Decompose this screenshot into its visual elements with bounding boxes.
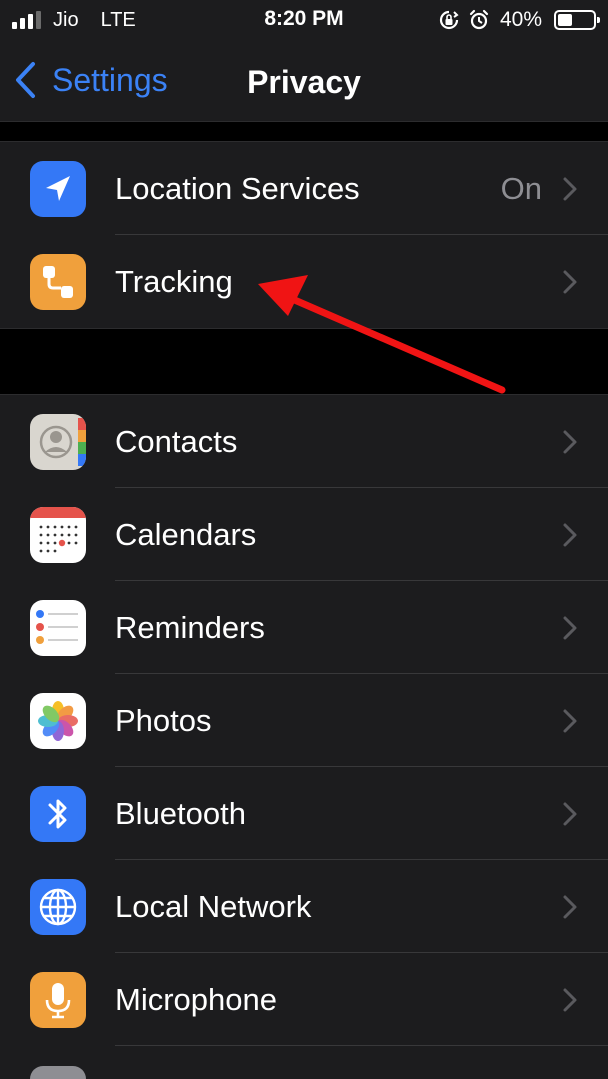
chevron-right-icon [563, 802, 577, 826]
microphone-icon [30, 972, 86, 1028]
calendar-icon [30, 507, 86, 563]
row-label: Local Network [115, 889, 312, 924]
chevron-right-icon [563, 895, 577, 919]
row-label: Photos [115, 703, 212, 738]
contacts-icon [30, 414, 86, 470]
settings-row-tracking[interactable]: Tracking [0, 235, 608, 328]
status-right: 40% [438, 8, 600, 32]
alarm-icon [469, 9, 489, 30]
chevron-right-icon [563, 523, 577, 547]
navigation-bar: Settings Privacy [0, 40, 608, 122]
status-bar: Jio LTE 8:20 PM 40% [0, 0, 608, 40]
battery-fill [558, 14, 572, 26]
bluetooth-icon [30, 786, 86, 842]
chevron-right-icon [563, 709, 577, 733]
chevron-right-icon [563, 177, 577, 201]
tracking-icon [30, 254, 86, 310]
partially-visible-icon [30, 1066, 86, 1079]
row-label: Location Services [115, 171, 360, 206]
settings-row-photos[interactable]: Photos [0, 674, 608, 767]
settings-row-microphone[interactable]: Microphone [0, 953, 608, 1046]
globe-icon [30, 879, 86, 935]
row-label: Tracking [115, 264, 233, 299]
battery-icon [554, 10, 600, 30]
orientation-lock-icon [439, 10, 459, 30]
row-value: On [500, 171, 542, 206]
row-label: Bluetooth [115, 796, 246, 831]
battery-percentage: 40% [499, 8, 542, 31]
chevron-right-icon [563, 430, 577, 454]
location-arrow-icon [30, 161, 86, 217]
photos-icon [30, 693, 86, 749]
row-label: Reminders [115, 610, 265, 645]
row-label: Calendars [115, 517, 257, 552]
chevron-right-icon [563, 616, 577, 640]
chevron-right-icon [563, 988, 577, 1012]
settings-row-calendars[interactable]: Calendars [0, 488, 608, 581]
reminders-icon [30, 600, 86, 656]
settings-row-location-services[interactable]: Location Services On [0, 142, 608, 235]
settings-row-reminders[interactable]: Reminders [0, 581, 608, 674]
page-title: Privacy [247, 64, 361, 100]
settings-row-partial[interactable] [0, 1046, 608, 1079]
privacy-group-apps: Contacts Calendars Reminders Photos Blue… [0, 394, 608, 1079]
privacy-settings-screen: Jio LTE 8:20 PM 40% Settings Privacy Loc… [0, 0, 608, 1079]
row-label: Contacts [115, 424, 238, 459]
privacy-group-location: Location Services On Tracking [0, 141, 608, 329]
settings-row-local-network[interactable]: Local Network [0, 860, 608, 953]
row-label: Microphone [115, 982, 277, 1017]
settings-row-bluetooth[interactable]: Bluetooth [0, 767, 608, 860]
chevron-right-icon [563, 270, 577, 294]
settings-row-contacts[interactable]: Contacts [0, 395, 608, 488]
